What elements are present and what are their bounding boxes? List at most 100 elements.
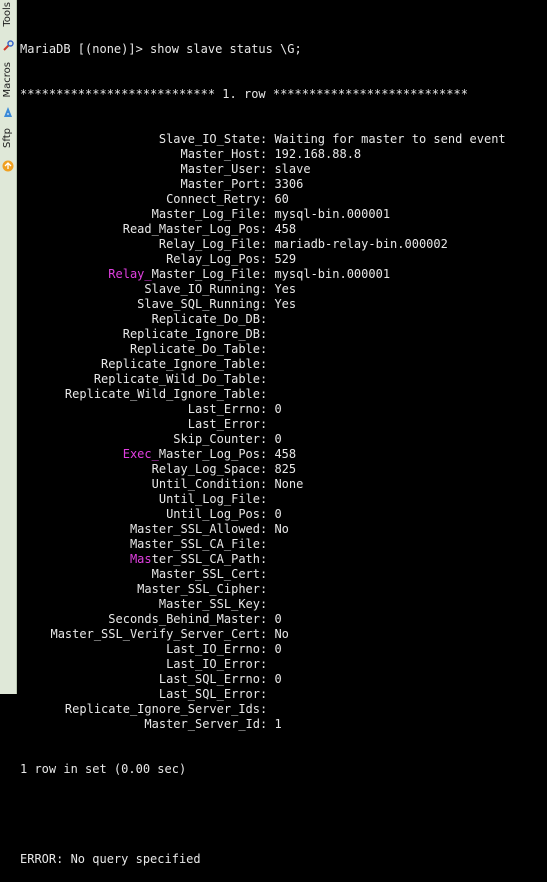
status-field-row: Replicate_Do_Table: xyxy=(20,342,542,357)
tab-sftp[interactable]: Sftp xyxy=(0,126,16,178)
field-value: 60 xyxy=(274,192,289,206)
status-field-row: Replicate_Ignore_Server_Ids: xyxy=(20,702,542,717)
field-name-rest: ter_SSL_CA_Path xyxy=(151,552,260,566)
field-name: Until_Condition xyxy=(151,477,260,491)
field-name: Last_Error xyxy=(187,417,260,431)
field-value: 458 xyxy=(274,447,297,461)
field-separator: : xyxy=(260,222,275,236)
field-value: 529 xyxy=(274,252,297,266)
status-field-row: Master_SSL_Key: xyxy=(20,597,542,612)
field-name: Master_Port xyxy=(180,177,260,191)
field-separator: : xyxy=(260,582,275,596)
status-field-row: Slave_SQL_Running: Yes xyxy=(20,297,542,312)
field-separator: : xyxy=(260,132,275,146)
status-field-row: Replicate_Wild_Ignore_Table: xyxy=(20,387,542,402)
field-name: Relay_Log_Pos xyxy=(166,252,260,266)
field-name-rest: Master_Log_Pos xyxy=(158,447,260,461)
status-field-row: Until_Condition: None xyxy=(20,477,542,492)
field-name: Slave_IO_State xyxy=(158,132,260,146)
field-name: Slave_IO_Running xyxy=(144,282,260,296)
terminal-output[interactable]: MariaDB [(none)]> show slave status \G; … xyxy=(20,12,542,866)
status-field-row: Slave_IO_Running: Yes xyxy=(20,282,542,297)
status-field-row: Replicate_Ignore_DB: xyxy=(20,327,542,342)
field-name: Replicate_Ignore_Table xyxy=(101,357,260,371)
tab-tools[interactable]: Tools xyxy=(0,0,16,58)
field-value: 0 xyxy=(274,612,282,626)
status-field-row: Last_Error: xyxy=(20,417,542,432)
status-field-row: Master_Server_Id: 1 xyxy=(20,717,542,732)
field-name: Master_SSL_Cipher xyxy=(137,582,260,596)
tab-macros-label: Macros xyxy=(2,62,13,98)
field-separator: : xyxy=(260,177,275,191)
field-value: 458 xyxy=(274,222,297,236)
field-name: Last_IO_Errno xyxy=(166,642,260,656)
field-name: Slave_SQL_Running xyxy=(137,297,260,311)
field-value: No xyxy=(274,522,289,536)
tab-macros[interactable]: Macros xyxy=(0,60,16,124)
field-separator: : xyxy=(260,477,275,491)
field-name-rest: Master_Log_File xyxy=(151,267,260,281)
field-name: Replicate_Ignore_Server_Ids xyxy=(64,702,260,716)
field-value: slave xyxy=(274,162,311,176)
status-field-row: Connect_Retry: 60 xyxy=(20,192,542,207)
field-separator: : xyxy=(260,372,275,386)
result-line: 1 row in set (0.00 sec) xyxy=(20,762,187,776)
field-value: 825 xyxy=(274,462,297,476)
status-field-row: Relay_Log_File: mariadb-relay-bin.000002 xyxy=(20,237,542,252)
status-field-row: Master_SSL_CA_File: xyxy=(20,537,542,552)
field-value: Yes xyxy=(274,297,297,311)
field-name: Replicate_Do_DB xyxy=(151,312,260,326)
status-field-row: Skip_Counter: 0 xyxy=(20,432,542,447)
macros-icon xyxy=(4,107,12,117)
side-panel: Tools Macros Sftp xyxy=(0,0,17,694)
status-field-row: Last_IO_Error: xyxy=(20,657,542,672)
field-separator: : xyxy=(260,282,275,296)
field-value: 192.168.88.8 xyxy=(274,147,362,161)
field-separator: : xyxy=(260,252,275,266)
field-value: 3306 xyxy=(274,177,304,191)
status-field-row: Master_SSL_Allowed: No xyxy=(20,522,542,537)
field-separator: : xyxy=(260,162,275,176)
sftp-icon xyxy=(2,160,14,172)
status-field-row: Replicate_Do_DB: xyxy=(20,312,542,327)
field-separator: : xyxy=(260,537,275,551)
field-separator: : xyxy=(260,702,275,716)
field-name-highlight: Relay_ xyxy=(108,267,152,281)
field-separator: : xyxy=(260,417,275,431)
field-separator: : xyxy=(260,237,275,251)
field-separator: : xyxy=(260,267,275,281)
field-name: Relay_Master_Log_File xyxy=(20,267,260,282)
field-name: Master_Server_Id xyxy=(144,717,260,731)
field-name: Master_Host xyxy=(180,147,260,161)
status-field-row: Seconds_Behind_Master: 0 xyxy=(20,612,542,627)
field-name: Master_SSL_Cert xyxy=(151,567,260,581)
field-value: mariadb-relay-bin.000002 xyxy=(274,237,448,251)
field-separator: : xyxy=(260,312,275,326)
status-field-row: Master_Host: 192.168.88.8 xyxy=(20,147,542,162)
field-separator: : xyxy=(260,297,275,311)
field-separator: : xyxy=(260,612,275,626)
status-field-row: Master_SSL_Cert: xyxy=(20,567,542,582)
field-separator: : xyxy=(260,387,275,401)
field-separator: : xyxy=(260,552,275,566)
status-field-row: Until_Log_Pos: 0 xyxy=(20,507,542,522)
field-separator: : xyxy=(260,597,275,611)
status-field-row: Relay_Log_Space: 825 xyxy=(20,462,542,477)
field-separator: : xyxy=(260,717,275,731)
field-separator: : xyxy=(260,567,275,581)
field-name-highlight: Exec_ xyxy=(122,447,159,461)
status-field-row: Last_IO_Errno: 0 xyxy=(20,642,542,657)
field-separator: : xyxy=(260,402,275,416)
field-separator: : xyxy=(260,672,275,686)
field-value: Yes xyxy=(274,282,297,296)
field-name: Master_SSL_CA_Path xyxy=(20,552,260,567)
field-name: Skip_Counter xyxy=(173,432,260,446)
status-field-row: Relay_Log_Pos: 529 xyxy=(20,252,542,267)
field-name: Replicate_Ignore_DB xyxy=(122,327,260,341)
field-name: Master_SSL_Key xyxy=(158,597,260,611)
field-separator: : xyxy=(260,657,275,671)
status-field-row: Last_Errno: 0 xyxy=(20,402,542,417)
field-name: Last_Errno xyxy=(187,402,260,416)
field-name: Relay_Log_File xyxy=(158,237,260,251)
field-value: None xyxy=(274,477,304,491)
